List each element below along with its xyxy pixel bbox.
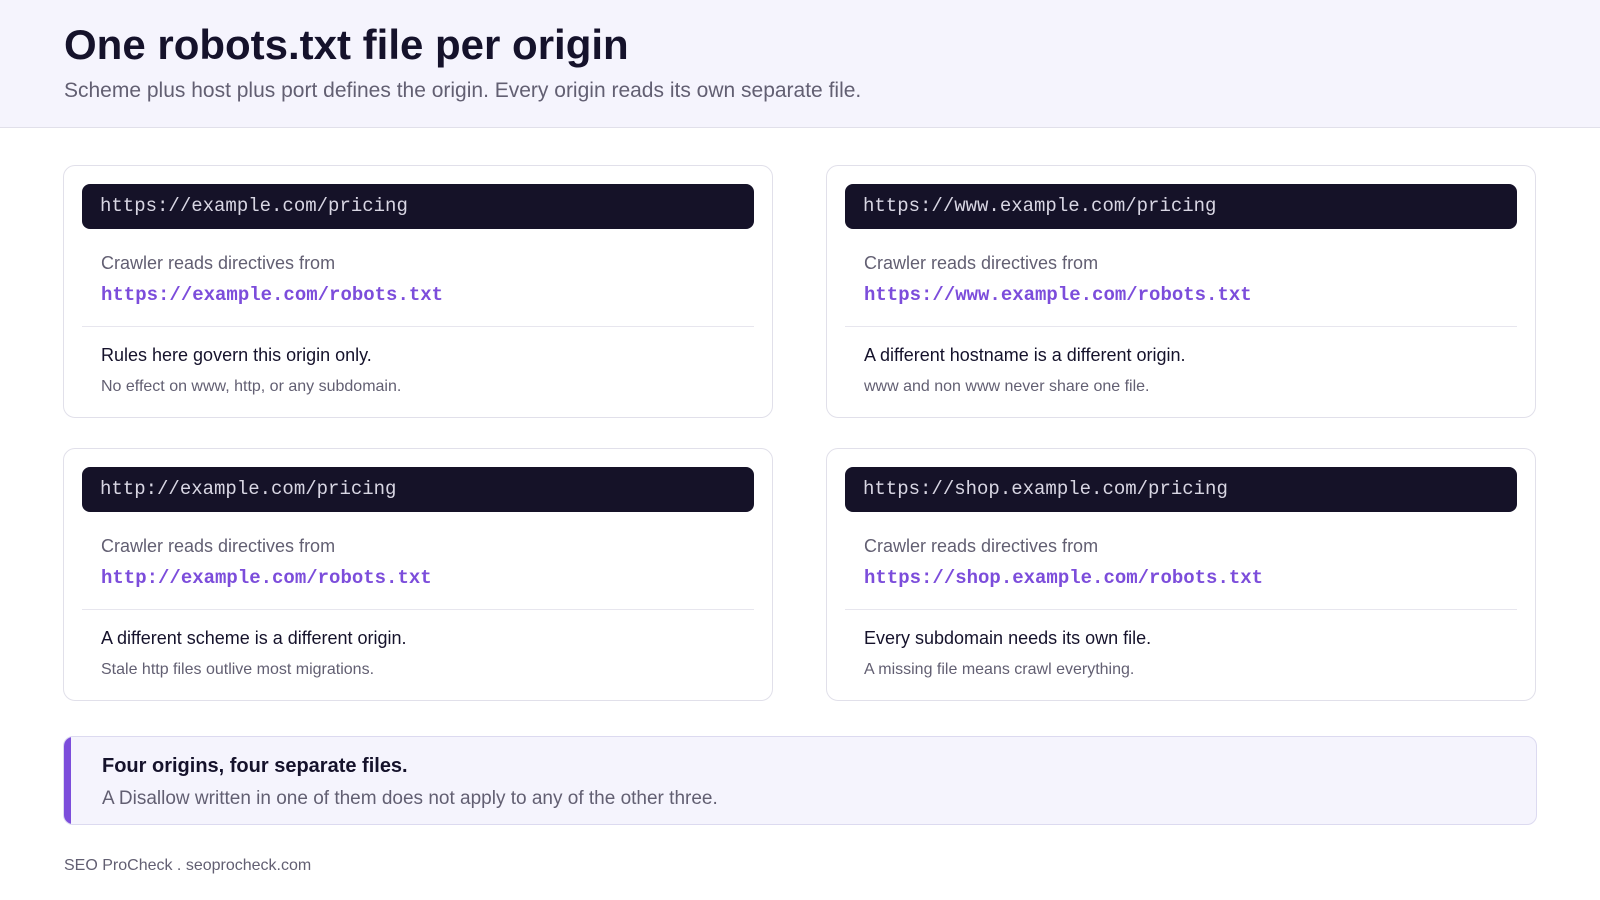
reads-label: Crawler reads directives from: [101, 253, 336, 273]
card-divider: [82, 609, 754, 610]
page-url-bar: http://example.com/pricing: [82, 467, 754, 512]
callout-title: Four origins, four separate files.: [102, 755, 408, 777]
callout-text: A Disallow written in one of them does n…: [102, 788, 718, 809]
origin-card-www: https://www.example.com/pricing Crawler …: [826, 165, 1536, 418]
origin-card-apex-https: https://example.com/pricing Crawler read…: [63, 165, 773, 418]
rule-main: A different hostname is a different orig…: [864, 345, 1186, 365]
card-divider: [845, 326, 1517, 327]
origin-card-http: http://example.com/pricing Crawler reads…: [63, 448, 773, 701]
rule-main: Every subdomain needs its own file.: [864, 628, 1152, 648]
page-url-bar: https://www.example.com/pricing: [845, 184, 1517, 229]
page-header: One robots.txt file per origin Scheme pl…: [0, 0, 1600, 128]
page-url-bar: https://example.com/pricing: [82, 184, 754, 229]
rule-sub: www and non www never share one file.: [864, 378, 1150, 395]
rule-sub: Stale http files outlive most migrations…: [101, 661, 375, 678]
page-url-bar: https://shop.example.com/pricing: [845, 467, 1517, 512]
rule-main: A different scheme is a different origin…: [101, 628, 407, 648]
card-divider: [845, 609, 1517, 610]
reads-label: Crawler reads directives from: [101, 536, 336, 556]
robots-url: https://shop.example.com/robots.txt: [864, 567, 1264, 589]
summary-callout: Four origins, four separate files. A Dis…: [63, 736, 1537, 825]
rule-sub: No effect on www, http, or any subdomain…: [101, 378, 402, 395]
page-title: One robots.txt file per origin: [64, 21, 629, 68]
callout-accent-bar: [64, 737, 71, 824]
page-subtitle: Scheme plus host plus port defines the o…: [64, 79, 862, 102]
robots-url: https://www.example.com/robots.txt: [864, 284, 1252, 306]
origin-card-subdomain: https://shop.example.com/pricing Crawler…: [826, 448, 1536, 701]
robots-url: http://example.com/robots.txt: [101, 567, 432, 589]
robots-url: https://example.com/robots.txt: [101, 284, 444, 306]
card-divider: [82, 326, 754, 327]
reads-label: Crawler reads directives from: [864, 253, 1099, 273]
footer-brand: SEO ProCheck . seoprocheck.com: [64, 857, 312, 874]
reads-label: Crawler reads directives from: [864, 536, 1099, 556]
rule-main: Rules here govern this origin only.: [101, 345, 372, 365]
rule-sub: A missing file means crawl everything.: [864, 661, 1135, 678]
